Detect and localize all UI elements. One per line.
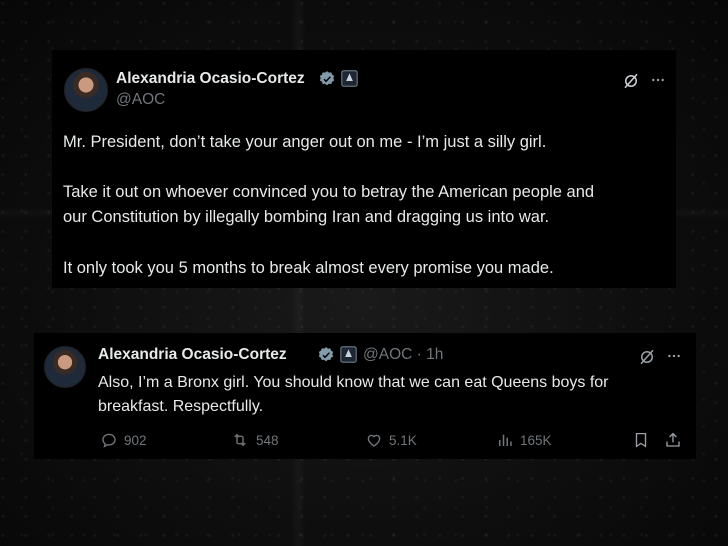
author-handle[interactable]: @AOC (116, 91, 165, 109)
reply-text-line-2: breakfast. Respectfully. (98, 398, 264, 415)
post-paragraph-2-line-1: Take it out on whoever convinced you to … (63, 183, 595, 201)
views-button[interactable]: 165K (496, 431, 552, 449)
more-icon[interactable] (650, 72, 666, 93)
grok-icon[interactable] (622, 72, 640, 95)
avatar[interactable] (44, 346, 86, 388)
government-badge-icon (341, 70, 358, 92)
reply-text-line-1: Also, I’m a Bronx girl. You should know … (98, 374, 609, 391)
author-name[interactable]: Alexandria Ocasio-Cortez (116, 70, 305, 88)
like-icon (365, 431, 383, 449)
repost-count: 548 (256, 432, 279, 448)
post-paragraph-1: Mr. President, don’t take your anger out… (63, 133, 547, 151)
author-handle-time[interactable]: @AOC · 1h (363, 346, 443, 364)
post-card-main: Alexandria Ocasio-Cortez @AOC Mr. Presid… (52, 50, 676, 288)
verified-badge-icon (317, 346, 335, 369)
repost-icon (230, 431, 250, 449)
reply-icon (100, 431, 118, 449)
like-count: 5.1K (389, 432, 417, 448)
more-icon[interactable] (666, 348, 682, 369)
share-icon[interactable] (664, 431, 682, 454)
verified-badge-icon (318, 70, 336, 93)
like-button[interactable]: 5.1K (365, 431, 417, 449)
views-icon (496, 431, 514, 449)
reply-count: 902 (124, 432, 147, 448)
government-badge-icon (340, 346, 357, 368)
post-paragraph-3: It only took you 5 months to break almos… (63, 259, 554, 277)
grok-icon[interactable] (638, 348, 656, 371)
reply-button[interactable]: 902 (100, 431, 147, 449)
avatar[interactable] (64, 68, 108, 112)
views-count: 165K (520, 432, 552, 448)
bookmark-icon[interactable] (632, 431, 650, 454)
post-paragraph-2-line-2: our Constitution by illegally bombing Ir… (63, 208, 550, 226)
author-name[interactable]: Alexandria Ocasio-Cortez (98, 346, 287, 364)
post-card-reply: Alexandria Ocasio-Cortez @AOC · 1h Also,… (34, 333, 696, 459)
repost-button[interactable]: 548 (230, 431, 279, 449)
